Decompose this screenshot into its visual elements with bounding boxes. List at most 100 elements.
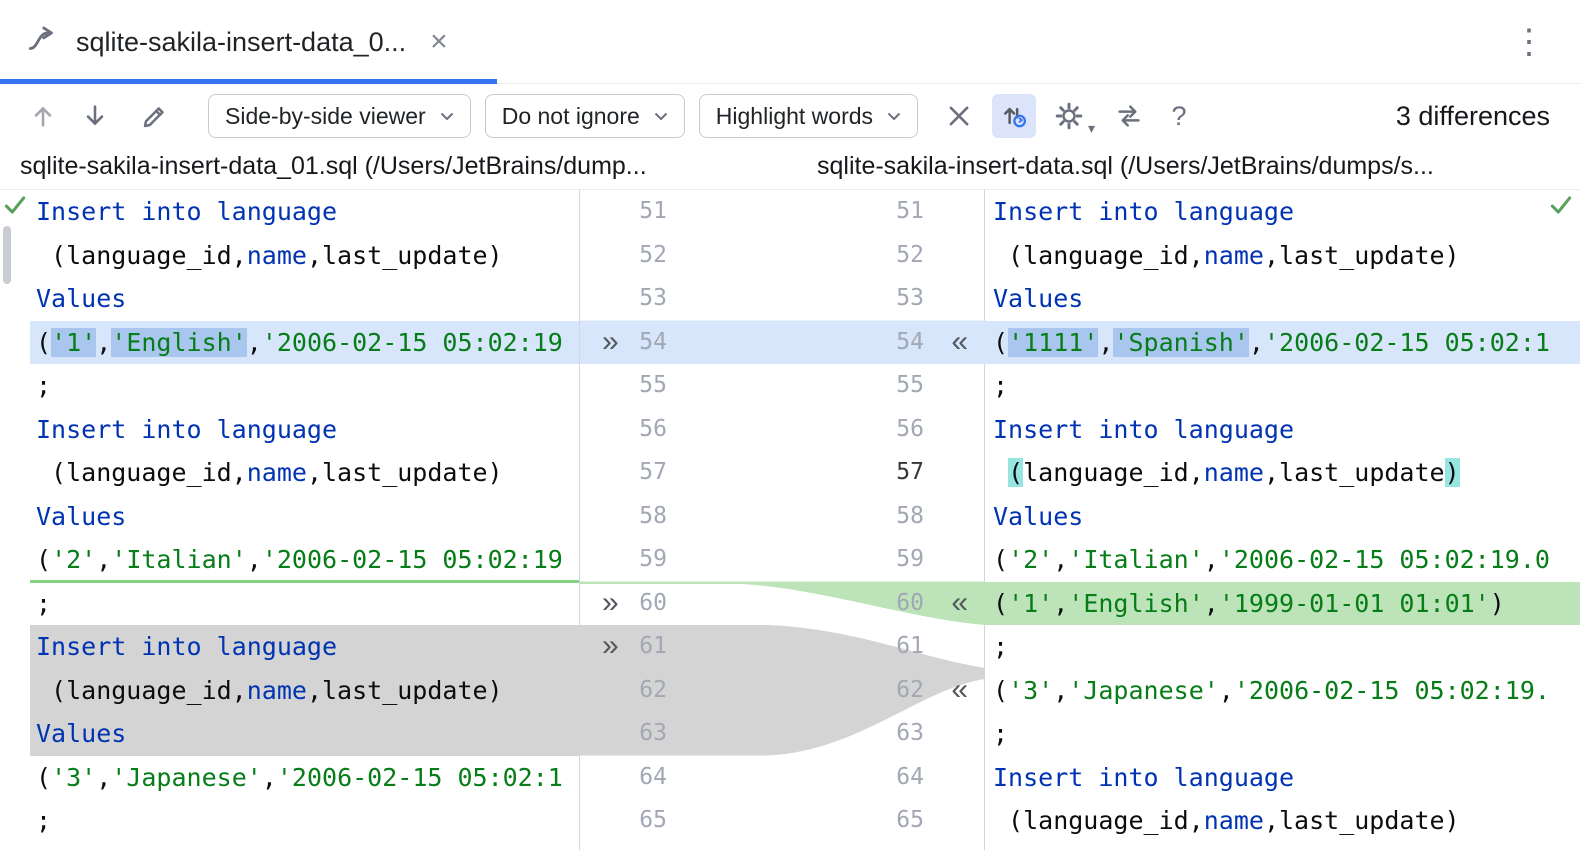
code-token: ,last_update) [307,241,503,270]
left-code-line-60[interactable]: ; [30,582,579,626]
code-token: Values [36,719,126,748]
right-code-line-53[interactable]: Values [985,277,1580,321]
insertion-point-marker [30,580,579,583]
code-token: , [1204,545,1219,574]
kebab-menu-icon[interactable]: ⋮ [1512,22,1546,62]
code-token: '2006-02-15 05:02:19 [262,328,563,357]
edit-pencil-icon[interactable] [136,97,174,135]
left-code-line-51[interactable]: Insert into language [30,190,579,234]
left-code-line-52[interactable]: (language_id,name,last_update) [30,234,579,278]
code-token: Values [993,502,1083,531]
left-line-number: 61 [639,625,667,669]
code-token: ( [1008,458,1023,487]
code-token: ,last_update) [1264,806,1460,835]
apply-change-left-chevron[interactable]: « [951,582,968,624]
apply-change-right-chevron[interactable]: » [602,582,619,624]
left-code-line-54[interactable]: ('1','English','2006-02-15 05:02:19 [30,321,579,365]
gutter-row-56: 5656 [580,408,984,452]
code-token: (language_id, [36,458,247,487]
right-line-number: 62 [896,669,924,713]
right-code-line-65[interactable]: (language_id,name,last_update) [985,799,1580,843]
right-code-line-63[interactable]: ; [985,712,1580,756]
left-code-line-55[interactable]: ; [30,364,579,408]
gutter-row-53: 5353 [580,277,984,321]
right-code-line-62[interactable]: ('3','Japanese','2006-02-15 05:02:19. [985,669,1580,713]
next-difference-button[interactable] [76,97,114,135]
diff-pane-right[interactable]: Insert into language (language_id,name,l… [985,190,1580,850]
code-token: Insert into language [993,197,1294,226]
right-code-line-51[interactable]: Insert into language [985,190,1580,234]
highlight-mode-dropdown[interactable]: Highlight words [699,94,918,138]
collapse-unchanged-icon[interactable] [940,97,978,135]
left-line-number: 59 [639,538,667,582]
right-code-line-56[interactable]: Insert into language [985,408,1580,452]
code-token: '1111' [1008,328,1098,357]
diff-pane-left[interactable]: Insert into language (language_id,name,l… [0,190,580,850]
right-code-line-55[interactable]: ; [985,364,1580,408]
right-code-line-58[interactable]: Values [985,495,1580,539]
right-code-line-60[interactable]: ('1','English','1999-01-01 01:01') [985,582,1580,626]
code-token: name [1204,458,1264,487]
code-token: ,last_update) [1264,241,1460,270]
left-code-line-59[interactable]: ('2','Italian','2006-02-15 05:02:19 [30,538,579,582]
code-token: ( [36,545,51,574]
code-token: ; [993,371,1008,400]
left-code-line-53[interactable]: Values [30,277,579,321]
help-icon[interactable]: ? [1162,101,1196,132]
diff-toolbar: Side-by-side viewer Do not ignore Highli… [0,84,1580,148]
code-token: Insert into language [36,632,337,661]
left-code-line-57[interactable]: (language_id,name,last_update) [30,451,579,495]
right-code-line-59[interactable]: ('2','Italian','2006-02-15 05:02:19.0 [985,538,1580,582]
right-code-line-64[interactable]: Insert into language [985,756,1580,800]
apply-change-right-chevron[interactable]: » [602,321,619,363]
synchronize-scrolling-toggle[interactable] [992,94,1036,138]
code-token: language_id, [1023,458,1204,487]
left-line-number: 65 [639,799,667,843]
left-code-line-61[interactable]: Insert into language [30,625,579,669]
gear-dropdown-caret: ▾ [1088,120,1095,137]
code-token: Insert into language [36,197,337,226]
right-line-number: 53 [896,277,924,321]
right-code-line-54[interactable]: ('1111','Spanish','2006-02-15 05:02:1 [985,321,1580,365]
apply-change-left-chevron[interactable]: « [951,321,968,363]
code-token: ,last_update) [307,676,503,705]
swap-sides-icon[interactable] [1110,97,1148,135]
close-icon[interactable]: × [430,27,448,57]
viewer-mode-dropdown[interactable]: Side-by-side viewer [208,94,471,138]
diff-tab[interactable]: sqlite-sakila-insert-data_0... × [0,0,448,84]
left-scrollbar-thumb[interactable] [3,226,11,284]
tab-title: sqlite-sakila-insert-data_0... [76,27,406,58]
code-token: , [1098,328,1113,357]
settings-gear-icon[interactable]: ▾ [1050,97,1088,135]
left-line-number: 54 [639,321,667,365]
code-token: , [96,328,111,357]
apply-change-left-chevron[interactable]: « [951,669,968,711]
code-token: , [1053,589,1068,618]
previous-difference-button[interactable] [24,97,62,135]
gutter-row-55: 5555 [580,364,984,408]
chevron-down-icon [887,112,901,121]
left-line-number: 62 [639,669,667,713]
inspections-ok-icon-right[interactable] [1548,192,1574,223]
left-code-line-58[interactable]: Values [30,495,579,539]
left-code-line-64[interactable]: ('3','Japanese','2006-02-15 05:02:1 [30,756,579,800]
left-code-line-63[interactable]: Values [30,712,579,756]
code-token: Values [36,284,126,313]
gutter-row-58: 5858 [580,495,984,539]
left-code-line-62[interactable]: (language_id,name,last_update) [30,669,579,713]
code-token: '3' [51,763,96,792]
left-line-number: 63 [639,712,667,756]
code-token: (language_id, [36,676,247,705]
left-code-line-65[interactable]: ; [30,799,579,843]
inspections-ok-icon-left[interactable] [2,192,28,223]
right-code-line-61[interactable]: ; [985,625,1580,669]
right-code-line-57[interactable]: (language_id,name,last_update) [985,451,1580,495]
apply-change-right-chevron[interactable]: » [602,625,619,667]
right-code-line-52[interactable]: (language_id,name,last_update) [985,234,1580,278]
ignore-policy-dropdown[interactable]: Do not ignore [485,94,685,138]
left-code-line-56[interactable]: Insert into language [30,408,579,452]
left-line-number: 58 [639,495,667,539]
gutter-row-59: 5959 [580,538,984,582]
right-file-path: sqlite-sakila-insert-data.sql (/Users/Je… [817,152,1572,181]
code-token: ,last_update [1264,458,1445,487]
